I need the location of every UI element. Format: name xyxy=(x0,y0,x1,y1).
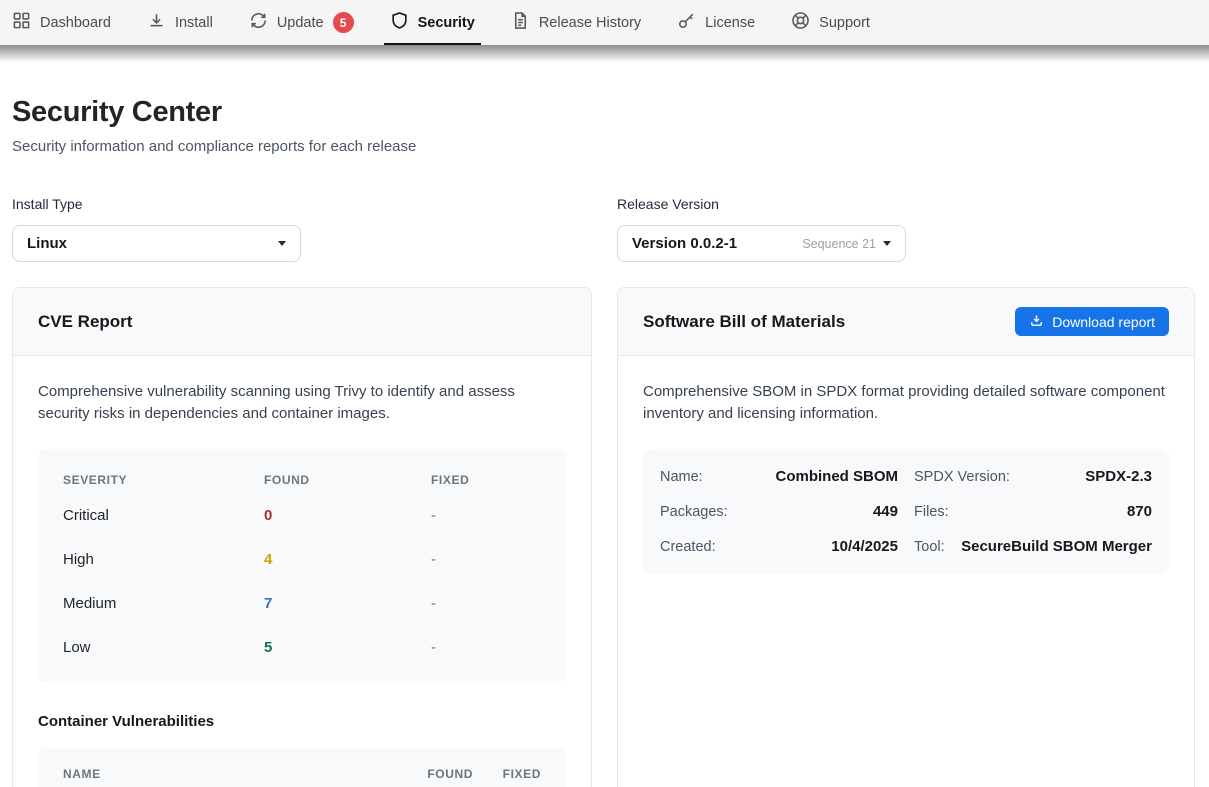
top-nav: Dashboard Install Update 5 Security xyxy=(0,0,1209,45)
field-value: SPDX-2.3 xyxy=(1085,468,1152,485)
field-label: Packages: xyxy=(660,504,728,520)
lifebuoy-icon xyxy=(791,11,810,34)
nav-item-install[interactable]: Install xyxy=(147,0,213,45)
download-report-label: Download report xyxy=(1052,314,1155,330)
found-count: 0 xyxy=(264,507,431,524)
nav-label: Release History xyxy=(539,15,641,31)
sbom-field-spdx-version: SPDX Version: SPDX-2.3 xyxy=(914,459,1152,494)
fixed-count: - xyxy=(431,639,541,656)
field-label: Files: xyxy=(914,504,949,520)
cve-report-card: CVE Report Comprehensive vulnerability s… xyxy=(12,287,592,787)
field-value: SecureBuild SBOM Merger xyxy=(961,538,1152,555)
fixed-count: - xyxy=(431,507,541,524)
container-vulnerabilities-title: Container Vulnerabilities xyxy=(38,713,566,730)
nav-label: Dashboard xyxy=(40,15,111,31)
field-value: 870 xyxy=(1127,503,1152,520)
table-row: Critical 0 - xyxy=(63,493,541,537)
sequence-label: Sequence 21 xyxy=(802,237,876,251)
found-count: 7 xyxy=(264,595,431,612)
field-value: 10/4/2025 xyxy=(831,538,898,555)
page-title: Security Center xyxy=(12,96,1197,129)
severity-label: High xyxy=(63,551,264,568)
col-severity: SEVERITY xyxy=(63,473,264,487)
col-fixed: FIXED xyxy=(483,767,541,781)
sbom-field-files: Files: 870 xyxy=(914,494,1152,529)
sbom-field-packages: Packages: 449 xyxy=(660,494,898,529)
container-table-header: NAME FOUND FIXED xyxy=(38,748,566,787)
nav-label: Support xyxy=(819,15,870,31)
col-found: FOUND xyxy=(398,767,473,781)
sbom-field-name: Name: Combined SBOM xyxy=(660,459,898,494)
severity-table: SEVERITY FOUND FIXED Critical 0 - High 4… xyxy=(38,449,566,683)
refresh-icon xyxy=(249,11,268,34)
shield-icon xyxy=(390,11,409,34)
download-report-button[interactable]: Download report xyxy=(1015,307,1169,336)
grid-icon xyxy=(12,11,31,34)
release-version-value: Version 0.0.2-1 xyxy=(632,235,737,252)
field-value: Combined SBOM xyxy=(776,468,899,485)
update-count-badge: 5 xyxy=(333,12,354,33)
sbom-card: Software Bill of Materials Download repo… xyxy=(617,287,1195,787)
col-fixed: FIXED xyxy=(431,473,541,487)
sbom-description: Comprehensive SBOM in SPDX format provid… xyxy=(643,381,1169,424)
nav-label: Update xyxy=(277,15,324,31)
fixed-count: - xyxy=(431,595,541,612)
nav-item-release-history[interactable]: Release History xyxy=(511,0,641,45)
release-version-select[interactable]: Version 0.0.2-1 Sequence 21 xyxy=(617,225,906,262)
table-row: High 4 - xyxy=(63,537,541,581)
nav-item-license[interactable]: License xyxy=(677,0,755,45)
nav-label: License xyxy=(705,15,755,31)
key-icon xyxy=(677,11,696,34)
fixed-count: - xyxy=(431,551,541,568)
sbom-info-grid: Name: Combined SBOM SPDX Version: SPDX-2… xyxy=(643,449,1169,574)
sbom-field-tool: Tool: SecureBuild SBOM Merger xyxy=(914,529,1152,564)
field-label: Name: xyxy=(660,469,703,485)
col-found: FOUND xyxy=(264,473,431,487)
nav-item-security[interactable]: Security xyxy=(390,0,475,45)
nav-item-dashboard[interactable]: Dashboard xyxy=(12,0,111,45)
install-type-select[interactable]: Linux xyxy=(12,225,301,262)
table-row: Low 5 - xyxy=(63,625,541,669)
chevron-down-icon xyxy=(278,241,286,246)
severity-table-header: SEVERITY FOUND FIXED xyxy=(63,467,541,493)
cve-report-title: CVE Report xyxy=(38,312,132,332)
nav-item-support[interactable]: Support xyxy=(791,0,870,45)
install-type-value: Linux xyxy=(27,235,67,252)
filters-row: Install Type Linux Release Version Versi… xyxy=(12,196,1197,262)
document-icon xyxy=(511,11,530,34)
sbom-title: Software Bill of Materials xyxy=(643,312,845,332)
download-icon xyxy=(1029,313,1044,331)
severity-label: Low xyxy=(63,639,264,656)
nav-label: Install xyxy=(175,15,213,31)
table-row: Medium 7 - xyxy=(63,581,541,625)
field-label: Tool: xyxy=(914,539,945,555)
found-count: 5 xyxy=(264,639,431,656)
nav-item-update[interactable]: Update 5 xyxy=(249,0,354,45)
sbom-field-created: Created: 10/4/2025 xyxy=(660,529,898,564)
field-value: 449 xyxy=(873,503,898,520)
severity-label: Medium xyxy=(63,595,264,612)
scroll-shadow xyxy=(0,45,1209,62)
chevron-down-icon xyxy=(883,241,891,246)
col-name: NAME xyxy=(63,767,388,781)
cve-report-description: Comprehensive vulnerability scanning usi… xyxy=(38,381,566,424)
field-label: Created: xyxy=(660,539,716,555)
nav-label: Security xyxy=(418,15,475,31)
found-count: 4 xyxy=(264,551,431,568)
install-type-label: Install Type xyxy=(12,196,592,212)
field-label: SPDX Version: xyxy=(914,469,1010,485)
severity-label: Critical xyxy=(63,507,264,524)
page-subtitle: Security information and compliance repo… xyxy=(12,138,1197,155)
release-version-label: Release Version xyxy=(617,196,1195,212)
download-icon xyxy=(147,11,166,34)
